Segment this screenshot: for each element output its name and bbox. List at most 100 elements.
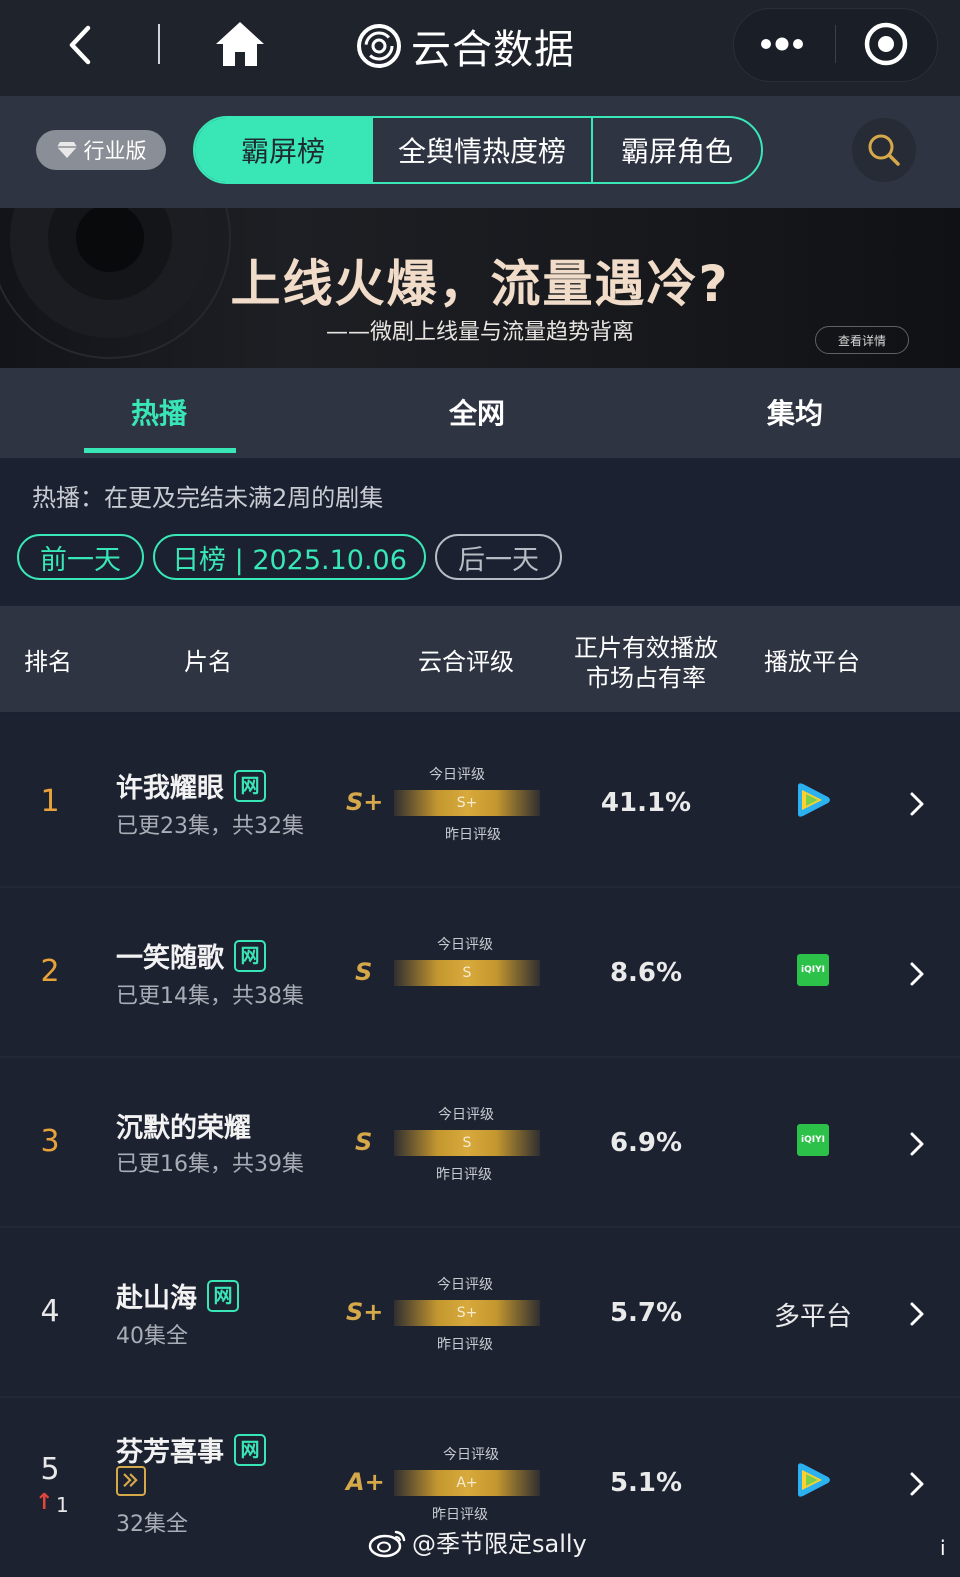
chevron-right-icon (910, 1472, 924, 1496)
chevron-right-icon (910, 962, 924, 986)
tab-per-episode[interactable]: 集均 (767, 392, 823, 432)
row-title-text: 赴山海 (116, 1283, 197, 1314)
watermark-text: @季节限定sally (412, 1530, 587, 1558)
gauge-yesterday-label: 昨日评级 (437, 1337, 493, 1353)
row-grade: S (355, 1128, 373, 1156)
rating-gauge: A+ (394, 1470, 540, 1496)
corner-text: i (940, 1536, 946, 1560)
gauge-value: S+ (456, 1305, 478, 1321)
tab-public-opinion[interactable]: 全舆情热度榜 (371, 118, 591, 182)
row-grade: A+ (346, 1468, 385, 1496)
row-share: 6.9% (609, 1128, 683, 1158)
web-drama-tag: 网 (234, 939, 266, 972)
header-share-line2: 市场占有率 (586, 664, 706, 692)
multi-platform-label: 多平台 (773, 1302, 852, 1332)
industry-badge[interactable]: 行业版 (36, 130, 166, 170)
banner-more-button[interactable]: 查看详情 (815, 326, 909, 354)
row-title: 赴山海 网 (116, 1276, 239, 1315)
home-icon[interactable] (212, 18, 268, 70)
row-title: 许我耀眼 网 (116, 766, 266, 805)
rank-change: 1 (56, 1493, 69, 1517)
header-title: 片名 (184, 648, 232, 676)
tab-dominant-screen[interactable]: 霸屏榜 (195, 118, 371, 182)
next-day-button[interactable]: 后一天 (435, 534, 562, 580)
weibo-watermark: @季节限定sally (368, 1524, 587, 1559)
chevron-right-icon (910, 1302, 924, 1326)
rating-gauge: S+ (394, 790, 540, 816)
row-title: 芬芳喜事 网 (116, 1430, 266, 1469)
row-share: 5.7% (609, 1298, 683, 1328)
row-title-text: 许我耀眼 (116, 773, 224, 804)
web-drama-tag: 网 (234, 1433, 266, 1466)
search-icon (868, 134, 900, 166)
row-episodes: 已更14集，共38集 (116, 984, 304, 1009)
close-target-icon[interactable] (860, 18, 912, 70)
rank-up-icon: ↑ (35, 1490, 54, 1515)
tab-all-network[interactable]: 全网 (449, 392, 505, 432)
row-episodes: 已更16集，共39集 (116, 1152, 304, 1177)
gauge-today-label: 今日评级 (438, 1107, 494, 1123)
web-drama-tag: 网 (207, 1279, 239, 1312)
prev-day-button[interactable]: 前一天 (17, 534, 144, 580)
tab-dominant-role[interactable]: 霸屏角色 (591, 118, 761, 182)
row-grade: S+ (346, 788, 384, 816)
row-rank: 1 (40, 784, 60, 819)
row-title: 沉默的荣耀 (116, 1106, 251, 1145)
row-rank: 5 (40, 1452, 60, 1487)
promo-banner[interactable]: 上线火爆，流量遇冷? ——微剧上线量与流量趋势背离 查看详情 (0, 208, 960, 368)
row-episodes: 已更23集，共32集 (116, 814, 304, 839)
row-rank: 4 (40, 1294, 60, 1329)
date-selector[interactable]: 日榜 | 2025.10.06 (153, 534, 426, 580)
rating-gauge: S (394, 1130, 540, 1156)
iqiyi-icon: iQIYI (797, 954, 829, 986)
more-icon[interactable] (752, 24, 812, 64)
chevron-right-icon (910, 792, 924, 816)
gauge-value: S+ (456, 795, 478, 811)
back-icon[interactable] (56, 20, 106, 70)
gauge-value: A+ (456, 1475, 478, 1491)
gauge-value: S (462, 1135, 472, 1151)
iqiyi-icon: iQIYI (797, 1124, 829, 1156)
weibo-icon (368, 1530, 406, 1557)
gauge-today-label: 今日评级 (437, 937, 493, 953)
rating-gauge: S (394, 960, 540, 986)
banner-title: 上线火爆，流量遇冷? (230, 255, 730, 313)
row-episodes: 40集全 (116, 1324, 188, 1349)
rating-gauge: S+ (394, 1300, 540, 1326)
row-title-text: 芬芳喜事 (116, 1437, 224, 1468)
header-rating: 云合评级 (418, 648, 514, 676)
row-episodes: 32集全 (116, 1512, 188, 1537)
gauge-yesterday-label: 昨日评级 (432, 1507, 488, 1523)
tencent-video-icon (798, 783, 830, 817)
header-platform: 播放平台 (764, 648, 860, 676)
row-title: 一笑随歌 网 (116, 936, 266, 975)
divider (158, 24, 160, 64)
hot-definition: 热播：在更及完结未满2周的剧集 (32, 484, 384, 512)
app-title-group: 云合数据 (355, 18, 575, 74)
app-title: 云合数据 (411, 27, 575, 73)
logo-icon (357, 24, 401, 68)
row-grade: S (355, 958, 373, 986)
tab-hot[interactable]: 热播 (131, 392, 187, 432)
web-drama-tag: 网 (234, 769, 266, 802)
gauge-value: S (462, 965, 472, 981)
row-share: 8.6% (609, 958, 683, 988)
gauge-today-label: 今日评级 (437, 1277, 493, 1293)
page: 云合数据 行业版 霸屏榜 全舆情热度榜 霸屏角色 上线火爆，流量遇冷? ——微剧… (0, 0, 960, 1577)
header-rank: 排名 (24, 648, 72, 676)
tencent-video-icon (798, 1463, 830, 1497)
search-button[interactable] (852, 118, 916, 182)
gauge-today-label: 今日评级 (429, 767, 485, 783)
row-rank: 2 (40, 954, 60, 989)
fast-forward-icon (116, 1466, 146, 1496)
active-tab-underline (84, 448, 236, 453)
row-share: 5.1% (609, 1468, 683, 1498)
row-share: 41.1% (600, 788, 692, 818)
capsule-divider (835, 25, 836, 63)
row-grade: S+ (346, 1298, 384, 1326)
row-title-text: 一笑随歌 (116, 943, 224, 974)
row-title-text: 沉默的荣耀 (116, 1113, 251, 1144)
row-rank: 3 (40, 1124, 60, 1159)
gauge-yesterday-label: 昨日评级 (436, 1167, 492, 1183)
gauge-today-label: 今日评级 (443, 1447, 499, 1463)
